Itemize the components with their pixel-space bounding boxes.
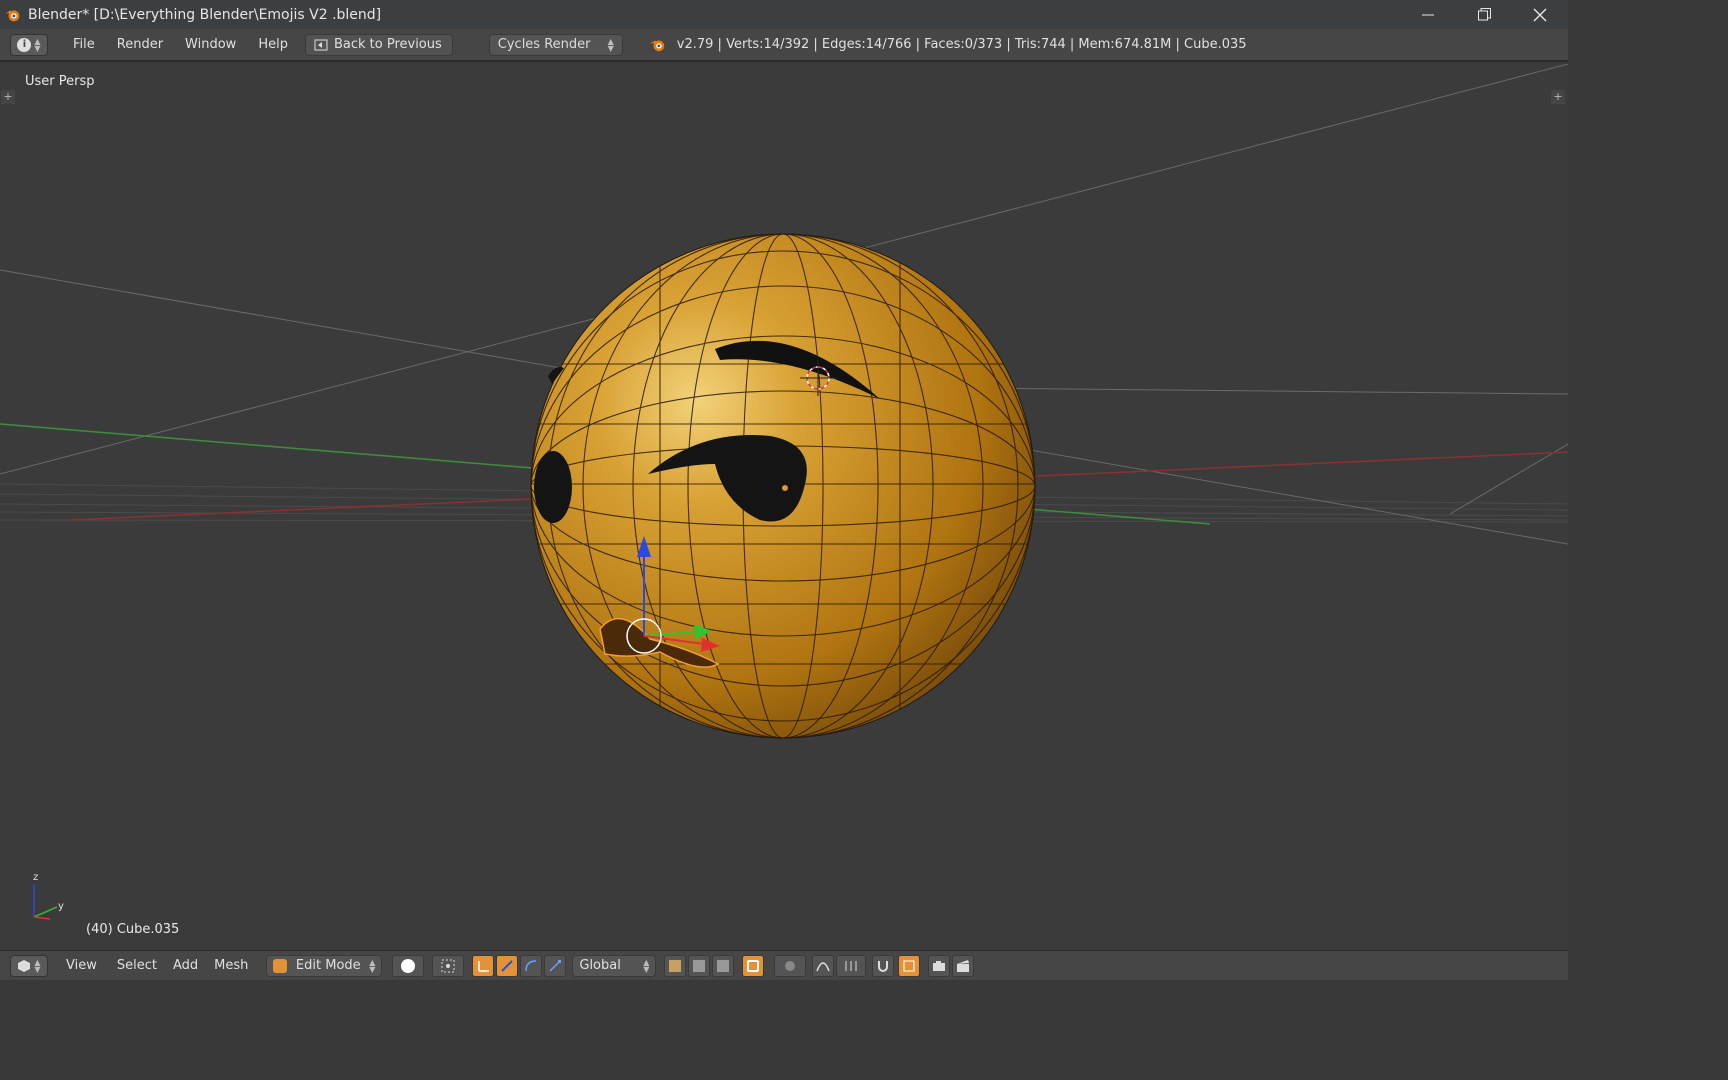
rotate-arc-icon [525,959,537,971]
editor-type-selector[interactable]: i ▲ ▼ [10,33,48,56]
edit-mode-icon [273,958,288,973]
back-screen-icon [314,39,328,50]
rotate-manipulator-button[interactable] [520,954,543,977]
back-to-previous-button[interactable]: Back to Previous [304,33,453,56]
minimize-icon[interactable] [1400,0,1456,29]
updown-arrows-icon: ▲ ▼ [643,957,650,974]
updown-arrows-icon: ▲ ▼ [34,36,41,53]
info-header: i ▲ ▼ File Render Window Help Back to Pre… [0,29,1568,62]
window-title: Blender* [D:\Everything Blender\Emojis V… [28,6,382,23]
manipulator-toggle-button[interactable] [472,954,495,977]
3d-view-header: ▲ ▼ View Select Add Mesh Edit Mode ▲ ▼ Glo… [0,950,1568,980]
updown-arrows-icon: ▲ ▼ [607,36,614,53]
title-bar: Blender* [D:\Everything Blender\Emojis V… [0,0,1568,29]
transform-orientation-select[interactable]: Global ▲ ▼ [572,954,657,977]
axis-y-label: y [58,901,64,912]
menu-render[interactable]: Render [106,34,174,56]
limit-selection-visible-button[interactable] [742,954,765,977]
mode-value: Edit Mode [295,958,361,973]
clapperboard-icon [957,959,970,972]
menu-file[interactable]: File [62,34,106,56]
snap-toggle-button[interactable] [872,954,895,977]
interaction-mode-select[interactable]: Edit Mode ▲ ▼ [266,954,383,977]
proportional-editing-icon [785,960,796,971]
scene-stats: v2.79 | Verts:14/392 | Edges:14/766 | Fa… [649,37,1247,53]
restore-icon[interactable] [1456,0,1512,29]
snap-element-button[interactable] [836,954,867,977]
emoji-sphere-mesh[interactable] [530,233,1036,739]
updown-arrows-icon: ▲ ▼ [369,957,376,974]
3d-viewport[interactable]: z y User Persp (40) Cube.035 + + [0,64,1568,950]
vertex-select-icon [669,959,682,972]
translate-manipulator-button[interactable] [496,954,519,977]
proportional-falloff-button[interactable] [812,954,835,977]
camera-icon [933,960,946,971]
editor-type-selector[interactable]: ▲ ▼ [10,954,48,977]
scale-manipulator-button[interactable] [544,954,567,977]
axis-z-label: z [33,872,39,883]
edge-select-icon [693,959,706,972]
manipulator-icon [478,960,490,972]
proportional-editing-button[interactable] [774,954,807,977]
vertex-select-button[interactable] [664,954,687,977]
3d-view-cube-icon [18,959,31,972]
render-opengl-animation-button[interactable] [952,954,975,977]
magnet-icon [878,960,889,972]
pivot-icon [441,959,455,972]
menu-select[interactable]: Select [109,958,165,973]
menu-add[interactable]: Add [165,958,206,973]
snap-increment-icon [845,960,857,971]
render-opengl-image-button[interactable] [928,954,951,977]
back-to-previous-label: Back to Previous [333,37,442,52]
toolshelf-toggle-icon[interactable]: + [1,90,15,104]
viewport-scene [0,64,1568,950]
side-eye-shape [534,451,572,523]
snap-target-icon [903,960,915,971]
solid-shading-icon [401,958,416,973]
scale-icon [549,959,562,972]
translate-arrow-icon [501,959,514,972]
falloff-curve-icon [816,961,831,971]
occlude-geometry-icon [747,959,760,972]
menu-view[interactable]: View [58,958,105,973]
orientation-value: Global [579,958,621,973]
pivot-point-button[interactable] [432,954,465,977]
close-icon[interactable] [1512,0,1568,29]
snap-target-button[interactable] [898,954,921,977]
render-engine-value: Cycles Render [497,37,591,52]
updown-arrows-icon: ▲ ▼ [34,957,41,974]
blender-logo-icon [5,10,20,21]
blender-logo-icon [649,40,665,51]
face-select-icon [717,959,730,972]
menu-mesh[interactable]: Mesh [206,958,256,973]
view-perspective-label: User Persp [25,74,95,89]
info-icon: i [17,37,32,52]
active-object-label: (40) Cube.035 [86,922,180,937]
face-select-button[interactable] [712,954,735,977]
menu-window[interactable]: Window [174,34,247,56]
stats-text: v2.79 | Verts:14/392 | Edges:14/766 | Fa… [676,37,1247,52]
render-engine-select[interactable]: Cycles Render ▲ ▼ [488,33,623,56]
properties-toggle-icon[interactable]: + [1551,90,1565,104]
viewport-shading-button[interactable] [392,954,425,977]
menu-help[interactable]: Help [247,34,299,56]
edge-select-button[interactable] [688,954,711,977]
